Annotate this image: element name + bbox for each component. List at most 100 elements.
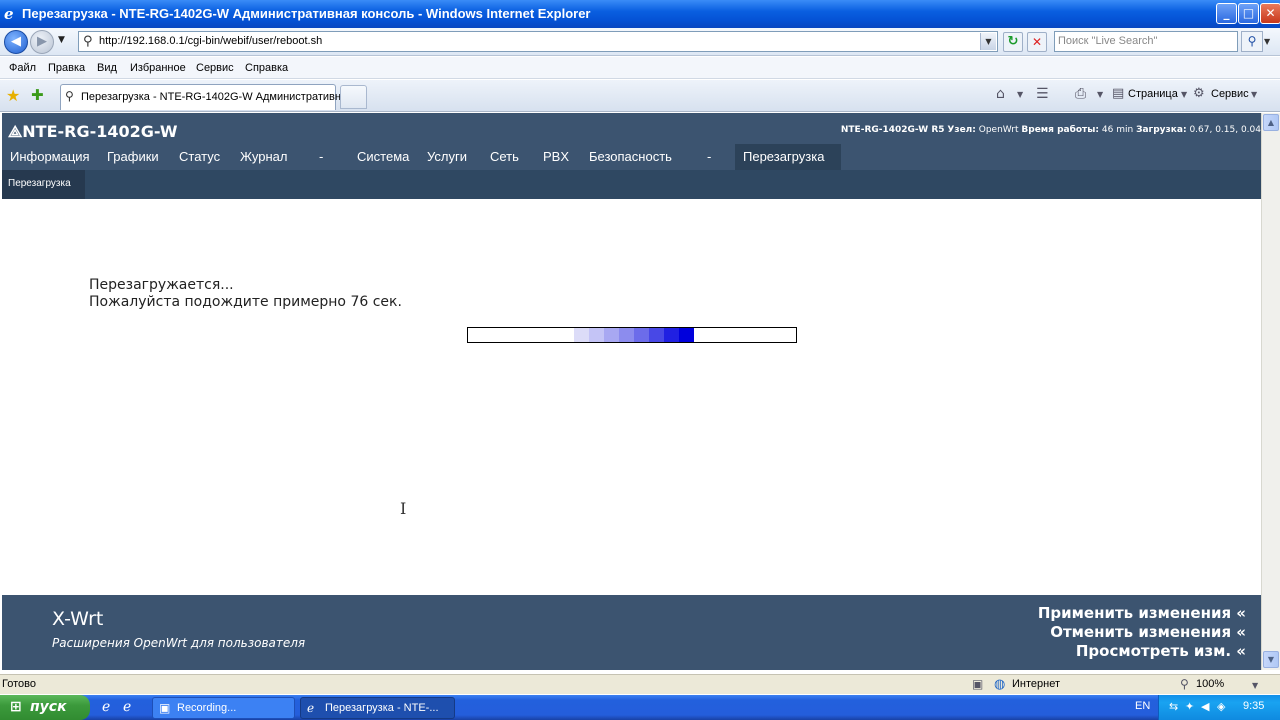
network-icon[interactable]: ⇆ <box>1169 700 1178 713</box>
security-zone-label[interactable]: Интернет <box>1012 678 1060 690</box>
start-button[interactable]: ⊞ пуск <box>0 695 90 720</box>
language-indicator[interactable]: EN <box>1135 700 1150 712</box>
ie-logo-icon: e <box>4 5 14 23</box>
minimize-button[interactable]: _ <box>1216 3 1237 24</box>
add-favorites-icon[interactable]: ✚ <box>31 86 44 104</box>
popup-blocker-icon[interactable]: ▣ <box>972 677 983 691</box>
tab-label: Перезагрузка - NTE-RG-1402G-W Администра… <box>81 91 351 103</box>
window-title: Перезагрузка - NTE-RG-1402G-W Администра… <box>22 6 591 21</box>
windows-logo-icon: ⊞ <box>10 699 22 715</box>
menu-view[interactable]: Вид <box>97 62 117 74</box>
vertical-scrollbar[interactable]: ▲ ▼ <box>1261 113 1280 670</box>
ie-icon: ℯ <box>307 701 315 715</box>
scroll-down-button[interactable]: ▼ <box>1263 651 1279 668</box>
recent-pages-dropdown[interactable]: ▼ <box>58 35 65 45</box>
progress-segment <box>664 328 679 342</box>
site-footer: X-Wrt Расширения OpenWrt для пользовател… <box>2 595 1261 670</box>
gear-icon: ⚙ <box>1193 86 1205 101</box>
progress-segment <box>634 328 649 342</box>
footer-subtitle: Расширения OpenWrt для пользователя <box>52 636 306 650</box>
status-bar: Готово ▣ ◍ Интернет ⚲ 100% ▼ <box>0 674 1280 694</box>
status-text: Готово <box>2 678 36 690</box>
progress-segment <box>649 328 664 342</box>
menu-favorites[interactable]: Избранное <box>130 62 186 74</box>
task-button-ie[interactable]: ℯ Перезагрузка - NTE-... <box>300 697 455 719</box>
bluetooth-icon[interactable]: ✦ <box>1185 700 1194 713</box>
tab-active[interactable]: ⚲ Перезагрузка - NTE-RG-1402G-W Админист… <box>60 84 350 110</box>
zoom-level[interactable]: 100% <box>1196 678 1224 690</box>
start-label: пуск <box>30 699 67 715</box>
taskbar: ⊞ пуск ℯ ℯ ▣ Recording... ℯ Перезагрузка… <box>0 695 1280 720</box>
nav-pbx[interactable]: PBX <box>543 149 569 164</box>
model-label: NTE-RG-1402G-W R5 <box>840 125 945 135</box>
address-dropdown-button[interactable]: ▼ <box>980 33 996 50</box>
home-dropdown-icon[interactable]: ▼ <box>1017 90 1023 99</box>
search-button[interactable]: ⚲ <box>1241 31 1263 52</box>
globe-icon: ◍ <box>994 677 1006 692</box>
menu-tools[interactable]: Сервис <box>196 62 234 74</box>
scroll-up-button[interactable]: ▲ <box>1263 114 1279 131</box>
nav-graphs[interactable]: Графики <box>107 149 159 164</box>
clock[interactable]: 9:35 <box>1243 700 1264 712</box>
ie-quicklaunch-icon[interactable]: ℯ <box>102 699 110 715</box>
text-cursor-icon: I <box>400 499 407 518</box>
forward-button[interactable]: ▶ <box>30 30 54 54</box>
nav-separator: - <box>707 149 712 164</box>
search-input[interactable]: Поиск "Live Search" <box>1054 31 1238 52</box>
site-logo[interactable]: ⟁NTE-RG-1402G-W <box>8 122 177 142</box>
page-menu-button[interactable]: Страница <box>1128 88 1178 100</box>
nav-log[interactable]: Журнал <box>240 149 287 164</box>
new-tab-button[interactable] <box>340 85 367 109</box>
refresh-button[interactable]: ↻ <box>1003 32 1023 52</box>
progress-segment <box>589 328 604 342</box>
apply-changes-link[interactable]: Применить изменения « <box>1038 604 1246 622</box>
cancel-changes-link[interactable]: Отменить изменения « <box>1050 623 1246 641</box>
zoom-dropdown-icon[interactable]: ▼ <box>1252 681 1258 690</box>
nav-services[interactable]: Услуги <box>427 149 467 164</box>
sub-nav: Перезагрузка <box>2 170 1261 199</box>
nav-network[interactable]: Сеть <box>490 149 519 164</box>
site-header: ⟁NTE-RG-1402G-W NTE-RG-1402G-W R5 Узел: … <box>2 113 1261 170</box>
back-button[interactable]: ◀ <box>4 30 28 54</box>
menu-file[interactable]: Файл <box>9 62 36 74</box>
close-button[interactable]: ✕ <box>1260 3 1280 24</box>
address-field[interactable]: ⚲ http://192.168.0.1/cgi-bin/webif/user/… <box>78 31 998 52</box>
tools-dropdown-icon[interactable]: ▼ <box>1251 90 1257 99</box>
nav-info[interactable]: Информация <box>10 149 90 164</box>
page-dropdown-icon[interactable]: ▼ <box>1181 90 1187 99</box>
menu-bar: Файл Правка Вид Избранное Сервис Справка <box>0 57 1280 79</box>
reboot-status-text: Перезагружается... <box>89 277 234 293</box>
nav-system[interactable]: Система <box>357 149 409 164</box>
system-info: NTE-RG-1402G-W R5 Узел: OpenWrt Время ра… <box>841 125 1261 135</box>
ie-quicklaunch-icon[interactable]: ℯ <box>123 699 131 715</box>
home-icon[interactable]: ⌂ <box>996 86 1005 102</box>
feeds-icon[interactable]: ☰ <box>1036 86 1049 102</box>
host-label: Узел: <box>947 125 976 135</box>
maximize-button[interactable]: □ <box>1238 3 1259 24</box>
nav-separator: - <box>319 149 324 164</box>
shield-icon[interactable]: ◈ <box>1217 700 1225 713</box>
url-text[interactable]: http://192.168.0.1/cgi-bin/webif/user/re… <box>99 35 322 47</box>
nav-security[interactable]: Безопасность <box>589 149 672 164</box>
load-value: 0.67, 0.15, 0.04 <box>1189 125 1261 135</box>
uptime-label: Время работы: <box>1021 125 1100 135</box>
volume-icon[interactable]: ◀ <box>1201 700 1209 713</box>
nav-status[interactable]: Статус <box>179 149 220 164</box>
main-nav: Информация Графики Статус Журнал - Систе… <box>2 144 1261 170</box>
print-dropdown-icon[interactable]: ▼ <box>1097 90 1103 99</box>
progress-segment <box>679 328 694 342</box>
nav-reboot[interactable]: Перезагрузка <box>743 149 824 164</box>
tools-menu-button[interactable]: Сервис <box>1211 88 1249 100</box>
menu-edit[interactable]: Правка <box>48 62 85 74</box>
menu-help[interactable]: Справка <box>245 62 288 74</box>
reboot-message: Перезагружается... Пожалуйста подождите … <box>89 277 402 311</box>
print-icon[interactable]: ⎙ <box>1075 86 1086 102</box>
address-toolbar: ◀ ▶ ▼ ⚲ http://192.168.0.1/cgi-bin/webif… <box>0 28 1280 56</box>
task-label: Recording... <box>177 702 237 714</box>
favorites-star-icon[interactable]: ★ <box>6 86 20 105</box>
search-options-dropdown[interactable]: ▼ <box>1264 37 1270 46</box>
task-button-recording[interactable]: ▣ Recording... <box>152 697 295 719</box>
review-changes-link[interactable]: Просмотреть изм. « <box>1076 642 1246 660</box>
subnav-item-reboot[interactable]: Перезагрузка <box>2 170 85 199</box>
stop-button[interactable]: ✕ <box>1027 32 1047 52</box>
